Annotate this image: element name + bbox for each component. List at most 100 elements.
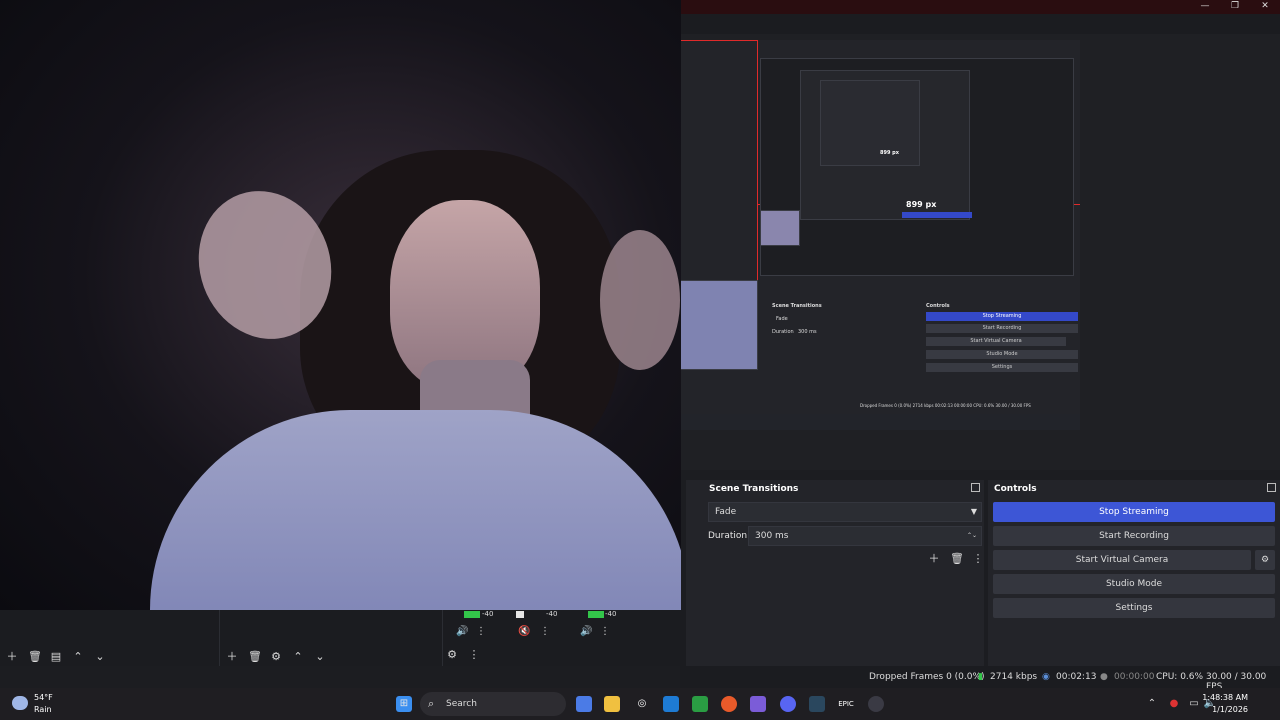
record-icon: ●	[1100, 672, 1108, 682]
nested-duration: Duration	[772, 329, 794, 335]
nested-taskbar	[680, 414, 1080, 430]
time: 1:48:38 AM	[1202, 693, 1248, 702]
scene-transitions-dock: Scene Transitions Fade ▼ Duration 300 ms…	[686, 480, 984, 666]
obs-icon[interactable]: ◎	[634, 696, 650, 712]
add-icon[interactable]: ＋	[928, 550, 940, 566]
recording-app-icon[interactable]	[868, 696, 884, 712]
epic-icon[interactable]: EPIC	[838, 696, 854, 712]
store-icon[interactable]	[663, 696, 679, 712]
chevron-up-icon[interactable]: ⌃	[1144, 696, 1160, 712]
scenes-toolbar: ＋ 🗑 ▤ ⌃ ⌄	[6, 648, 106, 664]
start-virtual-camera-button[interactable]: Start Virtual Camera	[993, 550, 1251, 570]
dock-divider	[442, 610, 443, 666]
nested-duration-value: 300 ms	[798, 329, 817, 335]
network-icon[interactable]: ▭	[1186, 696, 1202, 712]
move-up-icon[interactable]: ⌃	[292, 650, 304, 663]
search-label: Search	[446, 699, 477, 709]
more-icon[interactable]: ⋮	[468, 648, 480, 661]
trash-icon[interactable]: 🗑	[28, 650, 42, 663]
gear-icon[interactable]: ⚙	[1255, 550, 1275, 570]
copilot-icon[interactable]	[576, 696, 592, 712]
muted-icon[interactable]: 🔇	[518, 626, 530, 637]
more-icon[interactable]: ⋮	[600, 626, 610, 637]
webcam-source[interactable]	[0, 0, 681, 610]
gamepad-icon[interactable]	[750, 696, 766, 712]
record-time: 00:00:00	[1114, 672, 1155, 682]
trash-icon[interactable]: 🗑	[248, 650, 262, 663]
float-icon[interactable]	[1267, 483, 1276, 492]
trash-icon[interactable]: 🗑	[950, 552, 964, 565]
nested-fade: Fade	[776, 316, 788, 322]
start-icon[interactable]: ⊞	[396, 696, 412, 712]
move-up-icon[interactable]: ⌃	[72, 650, 84, 663]
audio-meter	[464, 611, 480, 618]
bitrate: 2714 kbps	[990, 672, 1038, 682]
more-icon[interactable]: ⋮	[972, 552, 984, 565]
volume-icon[interactable]: 🔊	[580, 626, 592, 637]
audio-meter	[588, 611, 604, 618]
dock-title: Controls	[994, 484, 1037, 494]
nvidia-icon[interactable]	[692, 696, 708, 712]
mixer-settings-icon[interactable]: ⚙	[446, 648, 458, 661]
audio-meter	[516, 611, 524, 618]
program-preview[interactable]: 899 px 899 px Scene Transitions Controls…	[680, 34, 1280, 470]
size-label: 899 px	[906, 200, 937, 209]
gear-icon[interactable]: ⚙	[270, 650, 282, 663]
nested-webcam	[760, 210, 800, 246]
steam-icon[interactable]	[809, 696, 825, 712]
maximize-button[interactable]: ❐	[1220, 0, 1250, 14]
weather-icon	[12, 696, 28, 710]
person-hand	[600, 230, 680, 370]
add-icon[interactable]: ＋	[6, 648, 18, 664]
nested-stop-streaming	[902, 212, 972, 218]
nested-webcam-large	[680, 280, 758, 370]
date: 1/1/2026	[1212, 705, 1248, 714]
firefox-icon[interactable]	[721, 696, 737, 712]
nested-window-deep	[820, 80, 920, 166]
more-icon[interactable]: ⋮	[540, 626, 550, 637]
nested-settings: Settings	[926, 363, 1078, 372]
discord-icon[interactable]	[780, 696, 796, 712]
dock-title: Scene Transitions	[709, 484, 799, 494]
stream-time: 00:02:13	[1056, 672, 1097, 682]
move-down-icon[interactable]: ⌄	[314, 650, 326, 663]
window-controls: — ❐ ✕	[1190, 0, 1280, 14]
tray-icon[interactable]: ●	[1166, 696, 1182, 712]
sources-toolbar: ＋ 🗑 ⚙ ⌃ ⌄	[226, 648, 326, 664]
duration-value: 300 ms	[755, 531, 789, 541]
duration-spinbox[interactable]: 300 ms ⌃⌄	[748, 526, 982, 546]
transition-select[interactable]: Fade ▼	[708, 502, 982, 522]
volume-icon[interactable]: 🔊	[456, 626, 468, 637]
transition-toolbar: ＋ 🗑 ⋮	[928, 550, 984, 566]
move-down-icon[interactable]: ⌄	[94, 650, 106, 663]
nested-studio-mode: Studio Mode	[926, 350, 1078, 359]
nested-start-virtual-camera: Start Virtual Camera	[926, 337, 1066, 346]
chevron-down-icon: ▼	[970, 507, 977, 516]
nested-scene-transitions: Scene Transitions	[772, 303, 822, 309]
signal-icon: ▮	[978, 672, 983, 682]
close-button[interactable]: ✕	[1250, 0, 1280, 14]
filter-icon[interactable]: ▤	[50, 650, 62, 663]
stepper-icon[interactable]: ⌃⌄	[967, 527, 977, 545]
stream-icon: ◉	[1042, 672, 1050, 682]
studio-mode-button[interactable]: Studio Mode	[993, 574, 1275, 594]
channel-db: -40	[546, 610, 558, 618]
title-bar: — ❐ ✕	[680, 0, 1280, 14]
float-icon[interactable]	[971, 483, 980, 492]
dropped-frames: Dropped Frames 0 (0.0%)	[869, 672, 985, 682]
search-icon: ⌕	[428, 697, 435, 710]
stop-streaming-button[interactable]: Stop Streaming	[993, 502, 1275, 522]
settings-button[interactable]: Settings	[993, 598, 1275, 618]
size-label-inner: 899 px	[880, 150, 899, 156]
start-recording-button[interactable]: Start Recording	[993, 526, 1275, 546]
clock[interactable]: 1:48:38 AM 1/1/2026	[1202, 692, 1248, 716]
controls-dock: Controls Stop Streaming Start Recording …	[988, 480, 1280, 666]
nested-start-recording: Start Recording	[926, 324, 1078, 333]
scene-transitions-header: Scene Transitions	[686, 480, 984, 498]
file-explorer-icon[interactable]	[604, 696, 620, 712]
more-icon[interactable]: ⋮	[476, 626, 486, 637]
add-icon[interactable]: ＋	[226, 648, 238, 664]
mixer-toolbar: ⚙ ⋮	[446, 648, 480, 661]
minimize-button[interactable]: —	[1190, 0, 1220, 14]
search-box[interactable]: ⌕ Search	[420, 692, 566, 716]
